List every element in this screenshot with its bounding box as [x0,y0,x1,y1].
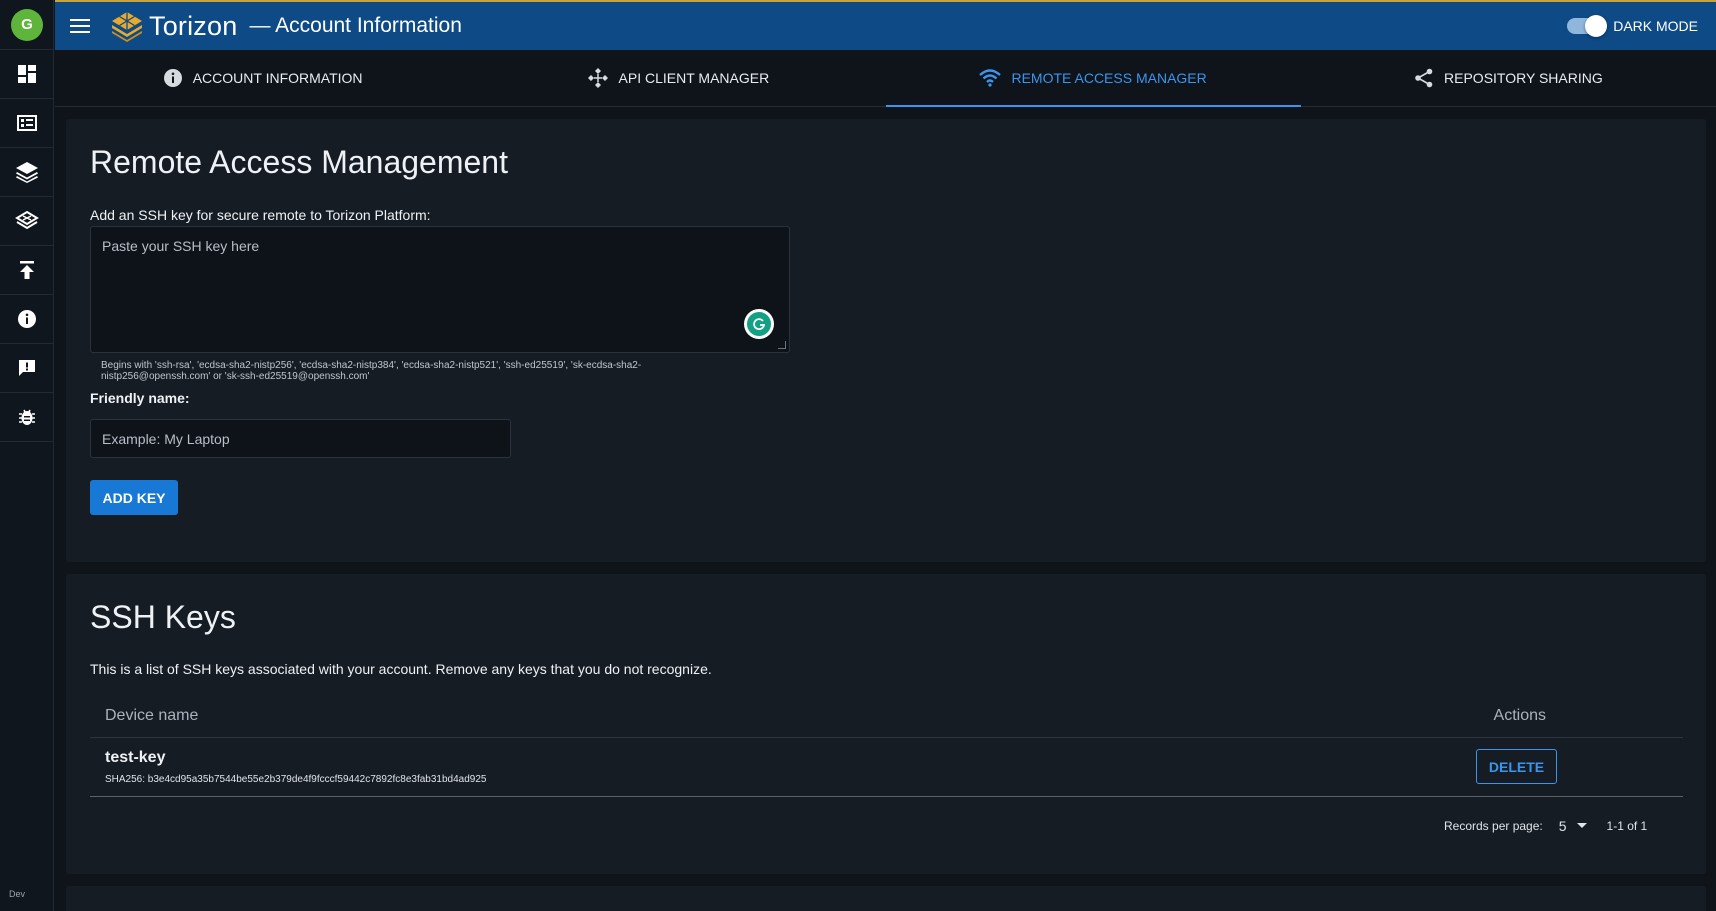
account-tabs: ACCOUNT INFORMATION API CLIENT MANAGER R… [55,50,1716,107]
wifi-icon [979,69,1002,87]
api-icon [587,68,608,88]
friendly-name-label: Friendly name: [90,390,190,406]
pagination: Records per page: 5 1-1 of 1 [1444,818,1647,834]
next-card [66,886,1706,911]
avatar[interactable]: G [0,0,54,50]
friendly-name-input[interactable]: Example: My Laptop [90,419,511,458]
left-sidebar: G Dev [0,0,54,911]
ssh-key-label: Add an SSH key for secure remote to Tori… [90,207,431,223]
ssh-key-textarea[interactable]: Paste your SSH key here [90,226,790,353]
ssh-keys-description: This is a list of SSH keys associated wi… [90,661,712,677]
packages-icon[interactable] [0,148,54,197]
records-per-page-select[interactable]: 5 [1559,818,1587,834]
friendly-name-placeholder: Example: My Laptop [102,430,230,447]
bug-icon[interactable] [0,393,54,442]
brand-name: Torizon [149,10,238,41]
tab-label: API CLIENT MANAGER [618,70,770,86]
key-fingerprint: SHA256: b3e4cd95a35b7544be55e2b379de4f9f… [105,774,487,785]
records-per-page-label: Records per page: [1444,819,1543,833]
environment-label: Dev [9,889,26,899]
upload-icon[interactable] [0,246,54,295]
section-title: Remote Access Management [90,144,508,180]
dark-mode-toggle[interactable]: DARK MODE [1567,15,1698,37]
tab-label: ACCOUNT INFORMATION [192,70,363,86]
ssh-keys-table: Device name Actions test-key SHA256: b3e… [90,695,1683,797]
delete-button[interactable]: DELETE [1476,749,1557,784]
hamburger-menu-icon[interactable] [55,2,105,50]
table-header: Device name Actions [90,695,1683,738]
brand[interactable]: Torizon — Account Information [109,10,462,42]
section-title: SSH Keys [90,599,236,635]
pagination-range: 1-1 of 1 [1606,819,1648,833]
torizon-logo-icon [112,12,142,42]
grammarly-icon[interactable] [744,309,774,339]
top-bar: Torizon — Account Information DARK MODE [55,0,1716,50]
table-row: test-key SHA256: b3e4cd95a35b7544be55e2b… [90,738,1683,797]
column-device-name: Device name [105,707,199,724]
records-per-page-value: 5 [1558,818,1567,834]
tab-repository-sharing[interactable]: REPOSITORY SHARING [1301,50,1716,106]
ssh-key-hint: Begins with 'ssh-rsa', 'ecdsa-sha2-nistp… [101,360,642,382]
devices-icon[interactable] [0,99,54,148]
dashboard-icon[interactable] [0,50,54,99]
chevron-down-icon [1576,823,1587,828]
column-actions: Actions [1493,707,1546,724]
avatar-initial: G [11,8,43,41]
add-key-button[interactable]: ADD KEY [90,480,178,515]
tab-label: REPOSITORY SHARING [1444,70,1603,86]
remote-access-card: Remote Access Management Add an SSH key … [66,119,1706,562]
dark-mode-label: DARK MODE [1613,18,1698,34]
repositories-icon[interactable] [0,197,54,246]
dark-mode-switch[interactable] [1567,15,1608,37]
tab-api-client-manager[interactable]: API CLIENT MANAGER [470,50,885,106]
feedback-icon[interactable] [0,344,54,393]
tab-remote-access-manager[interactable]: REMOTE ACCESS MANAGER [885,50,1302,107]
info-icon [163,69,182,87]
resize-handle-icon[interactable] [778,341,786,349]
share-icon [1415,68,1433,88]
ssh-keys-card: SSH Keys This is a list of SSH keys asso… [66,574,1706,874]
info-icon[interactable] [0,295,54,344]
key-name: test-key [105,749,166,766]
ssh-key-placeholder: Paste your SSH key here [102,238,260,254]
tab-account-information[interactable]: ACCOUNT INFORMATION [55,50,470,106]
page-title: — Account Information [249,14,462,37]
tab-label: REMOTE ACCESS MANAGER [1011,70,1207,86]
